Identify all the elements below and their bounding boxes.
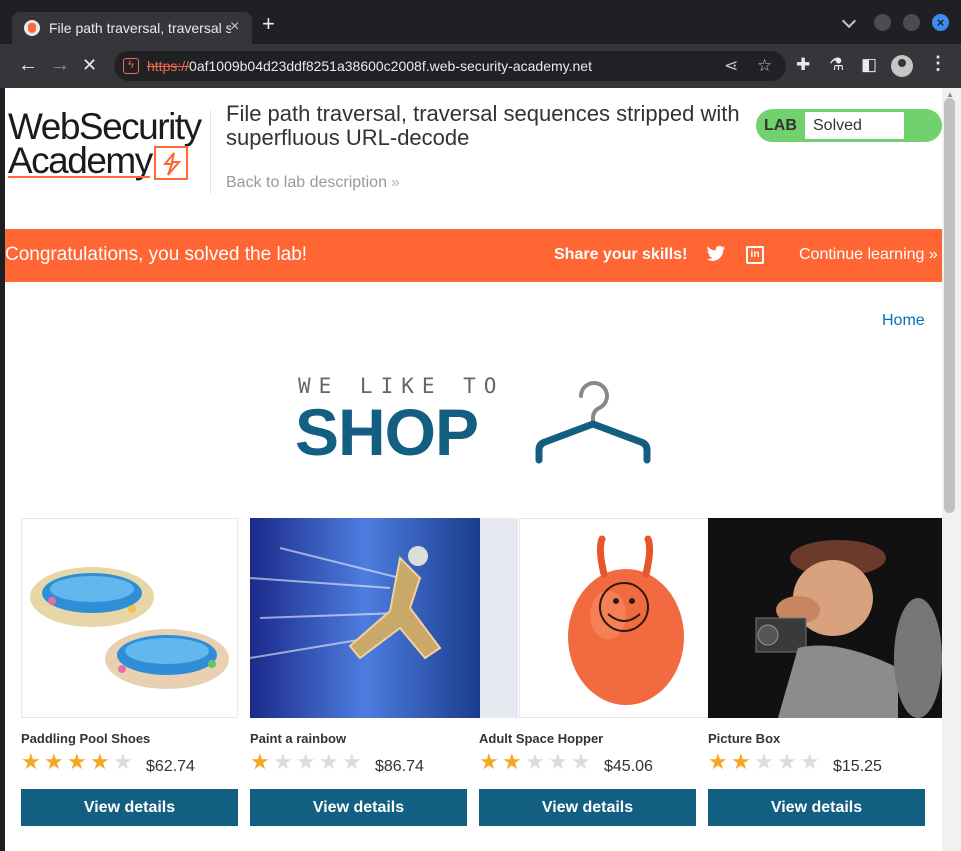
product-price: $86.74 xyxy=(375,758,424,775)
tab-search-chevron-icon[interactable] xyxy=(841,13,857,29)
back-to-lab-description-link[interactable]: Back to lab description» xyxy=(226,174,400,192)
product-price: $45.06 xyxy=(604,758,653,775)
congratulations-message: Congratulations, you solved the lab! xyxy=(5,244,308,265)
double-chevron-right-icon: » xyxy=(390,174,400,191)
back-link-label: Back to lab description xyxy=(226,174,387,191)
bookmark-star-icon[interactable]: ☆ xyxy=(757,56,772,76)
product-image xyxy=(250,518,518,718)
product-name: Paint a rainbow xyxy=(250,731,347,746)
page-scrollbar[interactable]: ▲ xyxy=(942,88,961,851)
product-rating: ★ ★ ★ ★ ★ xyxy=(479,750,594,774)
star-empty-icon: ★ xyxy=(777,749,797,774)
view-details-button[interactable]: View details xyxy=(21,789,238,826)
maximize-window-button[interactable] xyxy=(903,14,920,31)
home-link[interactable]: Home xyxy=(882,312,925,330)
labs-flask-icon[interactable]: ⚗ xyxy=(829,55,844,75)
view-details-button[interactable]: View details xyxy=(479,789,696,826)
star-filled-icon: ★ xyxy=(731,749,751,774)
twitter-icon[interactable] xyxy=(706,245,726,263)
product-image xyxy=(708,518,942,718)
logo-bolt-icon xyxy=(154,146,188,180)
star-empty-icon: ★ xyxy=(273,749,293,774)
web-security-academy-logo[interactable]: WebSecurity Academy xyxy=(8,108,208,181)
url-text[interactable]: https://0af1009b04d23ddf8251a38600c2008f… xyxy=(147,58,592,74)
new-tab-button[interactable]: + xyxy=(262,13,275,35)
star-empty-icon: ★ xyxy=(525,749,545,774)
product-name: Paddling Pool Shoes xyxy=(21,731,151,746)
back-arrow-icon[interactable]: ← xyxy=(18,54,38,76)
product-rating: ★ ★ ★ ★ ★ xyxy=(250,750,365,774)
product-price: $62.74 xyxy=(146,758,195,775)
url-scheme: https:// xyxy=(147,58,190,74)
star-empty-icon: ★ xyxy=(754,749,774,774)
star-filled-icon: ★ xyxy=(21,749,41,774)
lab-label: LAB xyxy=(764,117,797,134)
linkedin-icon[interactable]: in xyxy=(746,246,764,264)
portswigger-favicon-icon xyxy=(24,20,40,36)
tab-close-icon[interactable]: × xyxy=(230,18,239,36)
shop-wordmark: SHOP xyxy=(295,395,479,469)
browser-tab[interactable]: File path traversal, traversal sequences… xyxy=(12,12,252,44)
continue-learning-label: Continue learning xyxy=(799,246,925,263)
share-icon[interactable]: ⋖ xyxy=(724,56,738,76)
solved-banner: Congratulations, you solved the lab! Sha… xyxy=(5,229,942,282)
star-empty-icon: ★ xyxy=(319,749,339,774)
web-page: WebSecurity Academy File path traversal,… xyxy=(5,88,942,851)
view-details-button[interactable]: View details xyxy=(250,789,467,826)
header-divider xyxy=(210,110,211,194)
forward-arrow-icon[interactable]: → xyxy=(50,54,70,76)
star-empty-icon: ★ xyxy=(548,749,568,774)
lab-status-box: Solved xyxy=(805,112,904,139)
browser-tab-strip: File path traversal, traversal sequences… xyxy=(0,0,961,44)
product-rating: ★ ★ ★ ★ ★ xyxy=(21,750,136,774)
star-empty-icon: ★ xyxy=(296,749,316,774)
star-empty-icon: ★ xyxy=(342,749,362,774)
url-host: 0af1009b04d23ddf8251a38600c2008f.web-sec… xyxy=(189,58,592,74)
lab-status-text: Solved xyxy=(813,117,862,134)
continue-learning-link[interactable]: Continue learning » xyxy=(799,246,938,264)
star-filled-icon: ★ xyxy=(479,749,499,774)
browser-toolbar: ← → ✕ ϟ https://0af1009b04d23ddf8251a386… xyxy=(0,44,961,88)
logo-underline xyxy=(8,176,150,178)
double-chevron-right-icon: » xyxy=(928,246,938,263)
scrollbar-thumb[interactable] xyxy=(944,98,955,513)
not-secure-icon[interactable]: ϟ xyxy=(123,58,139,74)
minimize-window-button[interactable] xyxy=(874,14,891,31)
stop-loading-icon[interactable]: ✕ xyxy=(82,54,97,76)
product-rating: ★ ★ ★ ★ ★ xyxy=(708,750,823,774)
browser-menu-icon[interactable]: ⋮ xyxy=(929,53,947,74)
star-empty-icon: ★ xyxy=(800,749,820,774)
star-empty-icon: ★ xyxy=(571,749,591,774)
side-panel-icon[interactable]: ◧ xyxy=(861,55,877,75)
we-like-to-shop-logo: WE LIKE TO SHOP xyxy=(295,370,655,470)
close-window-button[interactable]: × xyxy=(932,14,949,31)
star-filled-icon: ★ xyxy=(502,749,522,774)
star-filled-icon: ★ xyxy=(250,749,270,774)
lab-title: File path traversal, traversal sequences… xyxy=(226,101,740,150)
star-filled-icon: ★ xyxy=(44,749,64,774)
lab-status-badge: LAB Solved xyxy=(756,109,942,142)
product-price: $15.25 xyxy=(833,758,882,775)
profile-avatar-icon[interactable] xyxy=(891,55,913,77)
star-filled-icon: ★ xyxy=(708,749,728,774)
product-name: Picture Box xyxy=(708,731,781,746)
view-details-button[interactable]: View details xyxy=(708,789,925,826)
star-empty-icon: ★ xyxy=(113,749,133,774)
clothes-hanger-icon xyxy=(535,381,651,464)
tab-title: File path traversal, traversal sequences… xyxy=(49,20,231,36)
extensions-puzzle-icon[interactable]: ✚ xyxy=(796,55,810,75)
product-image xyxy=(519,518,710,718)
logo-text-line2: Academy xyxy=(8,140,153,181)
product-name: Adult Space Hopper xyxy=(479,731,604,746)
star-filled-icon: ★ xyxy=(67,749,87,774)
star-filled-icon: ★ xyxy=(90,749,110,774)
address-bar[interactable]: ϟ https://0af1009b04d23ddf8251a38600c200… xyxy=(114,51,786,81)
share-skills-label: Share your skills! xyxy=(554,246,688,263)
product-image xyxy=(21,518,238,718)
